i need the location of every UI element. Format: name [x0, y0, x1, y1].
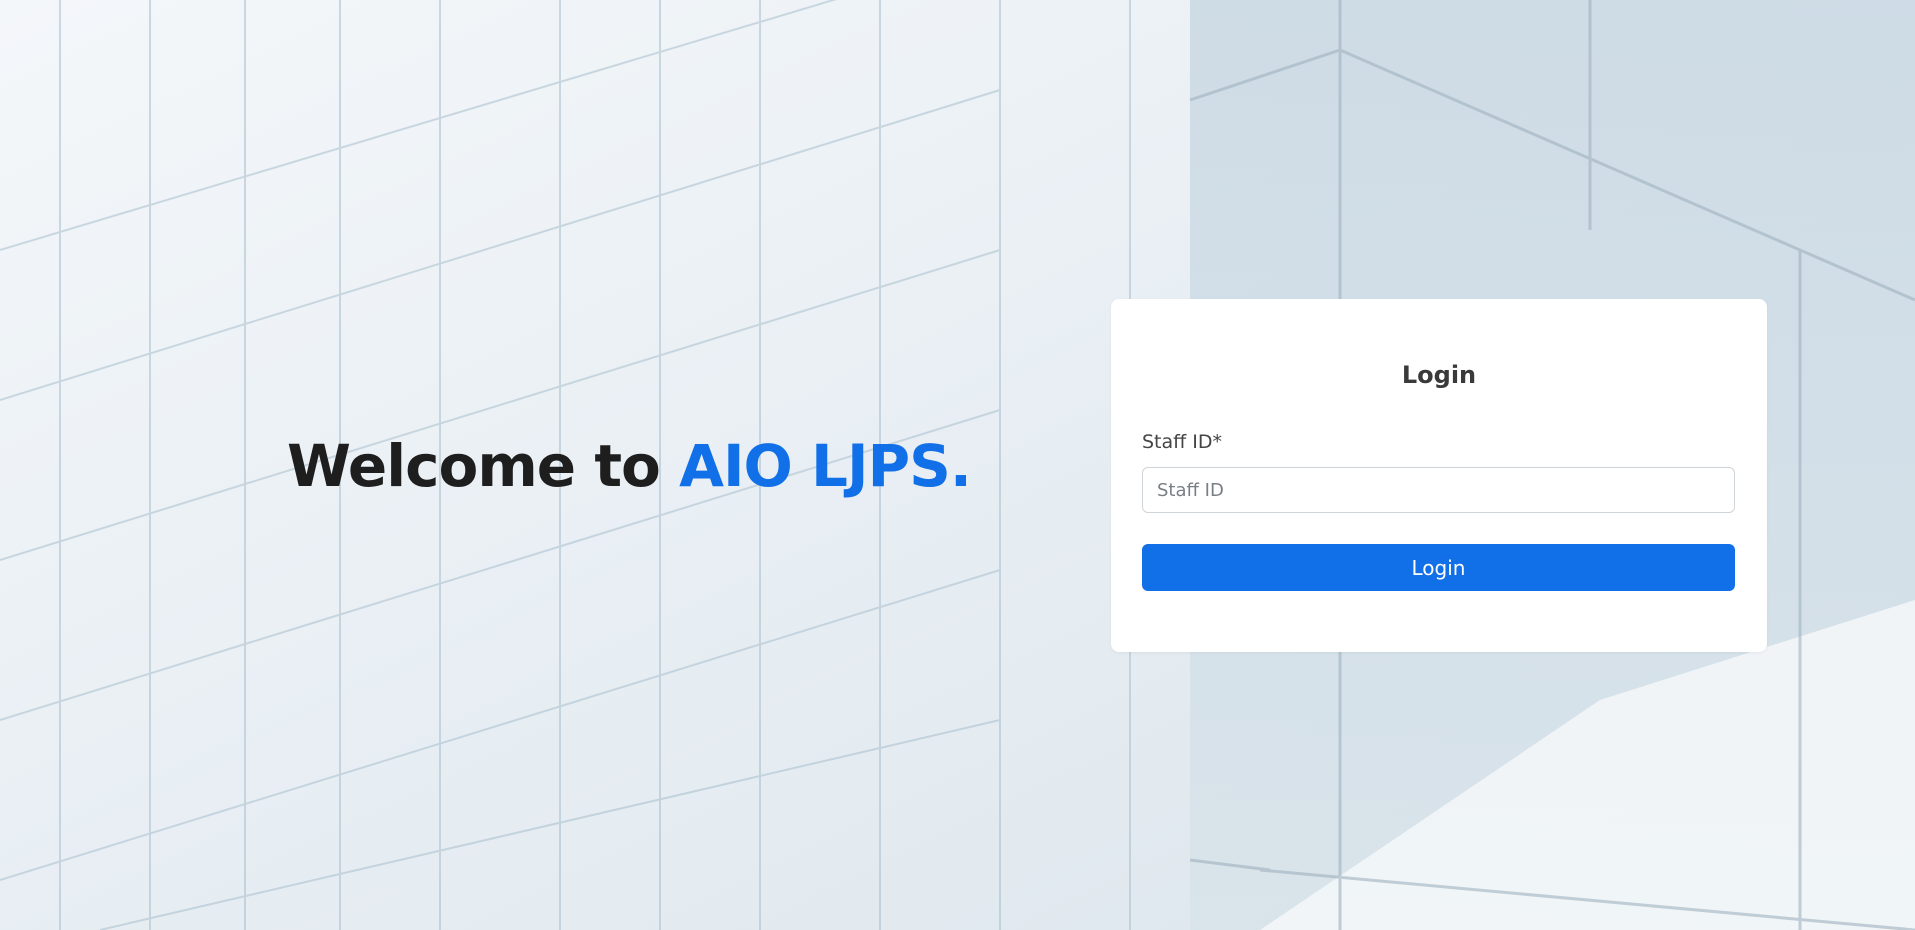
brand-name: AIO LJPS. — [679, 432, 972, 500]
staff-id-label: Staff ID* — [1142, 431, 1223, 453]
login-card-title: Login — [1401, 361, 1477, 389]
welcome-heading: Welcome to AIO LJPS. — [287, 432, 972, 500]
login-button[interactable]: Login — [1142, 544, 1735, 591]
login-card: Login Staff ID* Login — [1111, 299, 1767, 652]
welcome-prefix: Welcome to — [287, 432, 680, 500]
staff-id-input[interactable] — [1142, 467, 1735, 513]
